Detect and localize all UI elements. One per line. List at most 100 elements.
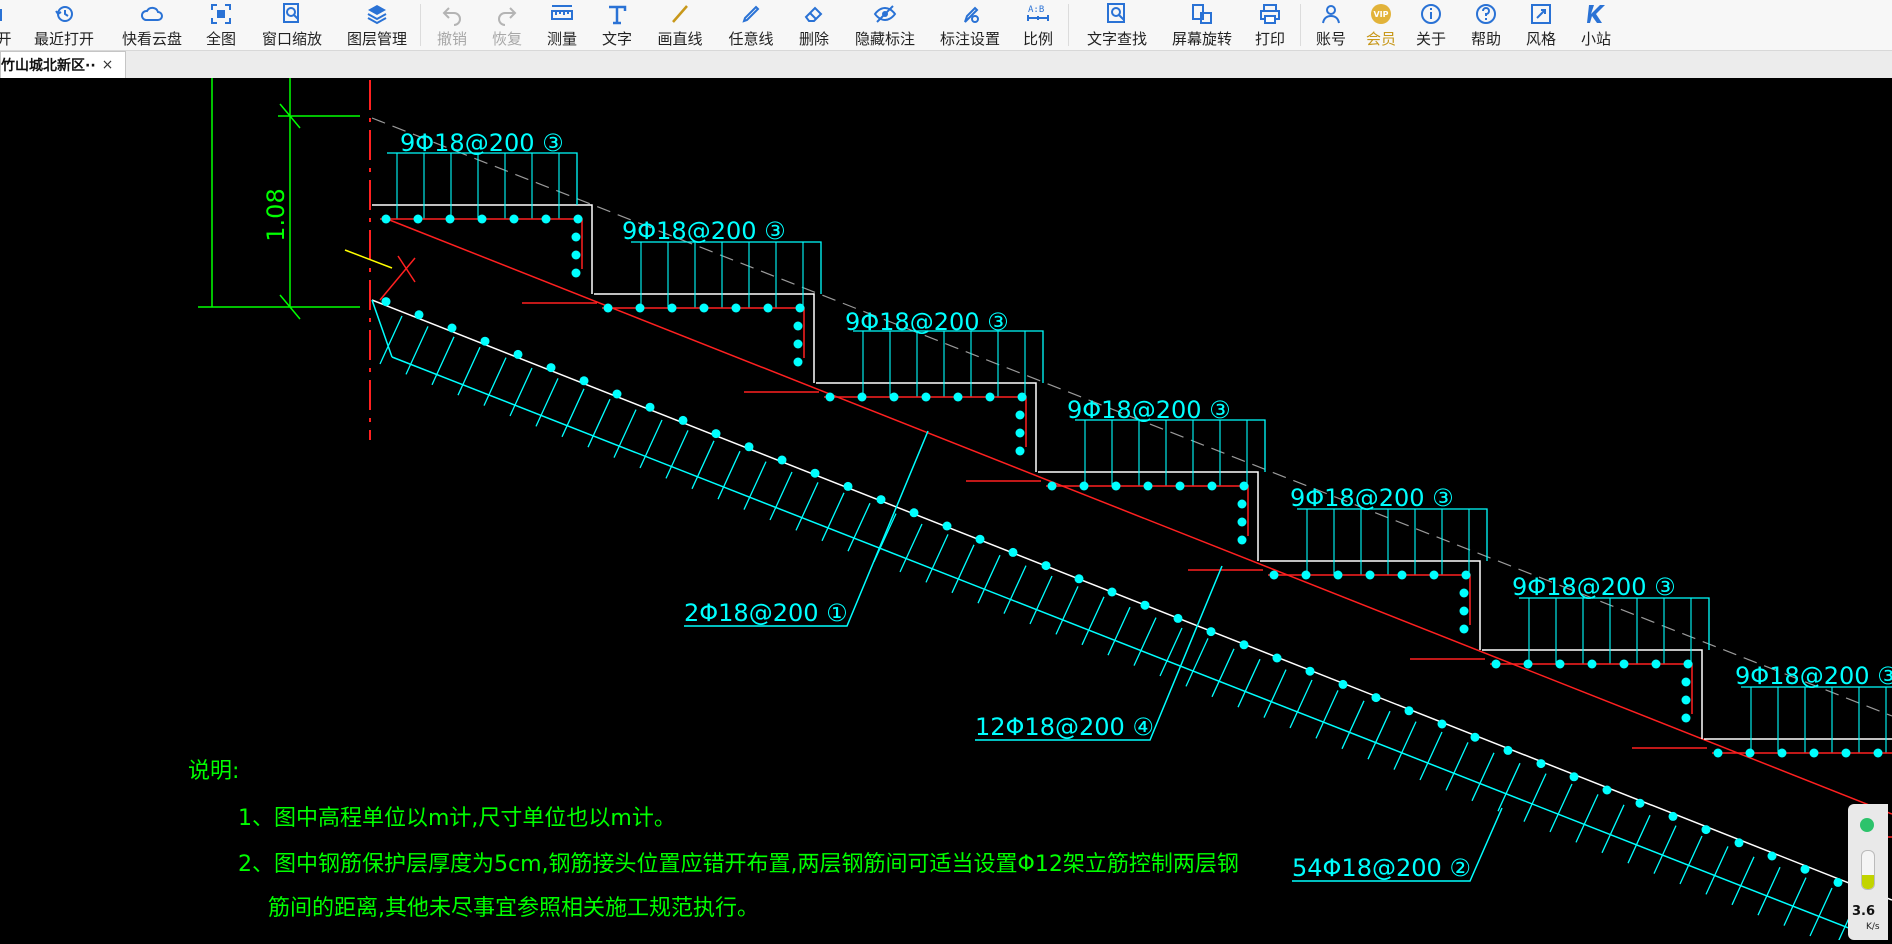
toolbar-about-button[interactable]: 关于 bbox=[1413, 0, 1449, 50]
hatch-line bbox=[1081, 596, 1105, 646]
toolbar-rotate-button[interactable]: 屏幕旋转 bbox=[1168, 0, 1236, 50]
toolbar-cloud-label: 快看云盘 bbox=[121, 30, 182, 48]
rebar-dot bbox=[942, 521, 952, 531]
hatch-line bbox=[1731, 856, 1755, 906]
rebar-dot bbox=[1523, 659, 1533, 669]
note-line: 筋间的距离,其他未尽事宜参照相关施工规范执行。 bbox=[268, 896, 759, 921]
hatch-line bbox=[1393, 721, 1417, 770]
toolbar-text-button[interactable]: 文字 bbox=[599, 0, 635, 50]
toolbar-open-button[interactable]: 开 bbox=[0, 0, 14, 50]
speed-gauge-fill bbox=[1862, 875, 1874, 889]
rebar-dot bbox=[1461, 570, 1471, 580]
undo-icon bbox=[442, 7, 461, 26]
rebar-label-3: 9Φ18@200 ③ bbox=[1512, 573, 1676, 601]
toolbar-recent-label: 最近打开 bbox=[33, 30, 94, 48]
toolbar-measure-button[interactable]: 测量 bbox=[544, 0, 580, 50]
rebar-dot bbox=[381, 214, 391, 224]
rebar-dot bbox=[1635, 798, 1645, 808]
hatch-line bbox=[1705, 846, 1729, 895]
rebar-dot bbox=[889, 392, 899, 402]
rebar-dot bbox=[731, 303, 741, 313]
dimension-label: 1.08 bbox=[262, 188, 290, 241]
rebar-dot bbox=[1239, 640, 1249, 650]
toolbar-text-search-button[interactable]: 文字查找 bbox=[1083, 0, 1151, 50]
toolbar-account-button[interactable]: 账号 bbox=[1313, 0, 1349, 50]
slope-edge bbox=[371, 299, 393, 358]
toolbar-annotation-settings-button[interactable]: 标注设置 bbox=[936, 0, 1004, 50]
drawing-canvas[interactable]: 1.08 9Φ18@200 ③ 9Φ18@200 ③ 9Φ18@200 ③ 9Φ… bbox=[0, 78, 1892, 944]
hatch-line bbox=[977, 554, 1001, 604]
rebar-dot bbox=[1745, 748, 1755, 758]
tab-drawing-label: 竹山城北新区·· bbox=[1, 58, 96, 74]
rebar-dot bbox=[1333, 570, 1343, 580]
rebar-dot bbox=[1437, 719, 1447, 729]
window-zoom-icon bbox=[283, 3, 299, 23]
rebar-dot bbox=[1459, 588, 1469, 598]
hatch-line bbox=[951, 544, 975, 594]
toolbar-line-button[interactable]: 画直线 bbox=[654, 0, 706, 50]
toolbar-fit-all-label: 全图 bbox=[205, 30, 236, 48]
toolbar-style-label: 风格 bbox=[1525, 30, 1556, 48]
note-line: 2、图中钢筋保护层厚度为5cm,钢筋接头位置应错开布置,两层钢筋间可适当设置Φ1… bbox=[238, 852, 1239, 877]
hatch-line bbox=[1211, 648, 1235, 698]
rebar-dot bbox=[645, 402, 655, 412]
toolbar-freeline-button[interactable]: 任意线 bbox=[725, 0, 777, 50]
user-icon bbox=[1322, 5, 1340, 24]
toolbar-help-label: 帮助 bbox=[1470, 30, 1501, 48]
rebar-dot bbox=[843, 481, 853, 491]
toolbar-layers-button[interactable]: 图层管理 bbox=[343, 0, 411, 50]
hatch-line bbox=[1003, 565, 1027, 614]
rebar-dot bbox=[1079, 481, 1089, 491]
rebar-box bbox=[631, 241, 822, 294]
toolbar-delete-button[interactable]: 删除 bbox=[796, 0, 832, 50]
toolbar-annotation-settings-label: 标注设置 bbox=[939, 30, 1000, 48]
rebar-dot bbox=[1459, 606, 1469, 616]
toolbar-cloud-button[interactable]: 快看云盘 bbox=[118, 0, 186, 50]
hatch-line bbox=[1055, 586, 1079, 635]
toolbar-print-button[interactable]: 打印 bbox=[1252, 0, 1288, 50]
rebar-dot bbox=[1305, 666, 1315, 676]
svg-text:VIP: VIP bbox=[1373, 10, 1388, 19]
toolbar-fit-all-button[interactable]: 全图 bbox=[203, 0, 239, 50]
hatch-line bbox=[1601, 804, 1625, 854]
toolbar-window-zoom-button[interactable]: 窗口缩放 bbox=[258, 0, 326, 50]
rebar-dot bbox=[711, 429, 721, 439]
rebar-dot bbox=[1047, 481, 1057, 491]
rebar-dot bbox=[1800, 864, 1810, 874]
rebar-dot bbox=[1701, 825, 1711, 835]
tab-drawing[interactable]: 竹山城北新区·· × bbox=[0, 51, 126, 78]
toolbar-help-button[interactable]: 帮助 bbox=[1468, 0, 1504, 50]
rebar-dot bbox=[1207, 481, 1217, 491]
rebar-box bbox=[1075, 419, 1266, 472]
eraser-icon bbox=[804, 6, 823, 22]
text-icon bbox=[609, 5, 627, 25]
rebar-dot bbox=[699, 303, 709, 313]
toolbar-recent-button[interactable]: 最近打开 bbox=[30, 0, 98, 50]
rebar-dot bbox=[1569, 772, 1579, 782]
rebar-dot bbox=[1015, 446, 1025, 456]
network-speed-widget[interactable]: 3.6 K/s bbox=[1848, 804, 1888, 940]
marker-line bbox=[344, 249, 393, 269]
rebar-dot bbox=[1371, 693, 1381, 703]
toolbar-site-button[interactable]: 小站 bbox=[1578, 0, 1614, 50]
rebar-dot bbox=[876, 495, 886, 505]
toolbar-vip-button[interactable]: VIP 会员 bbox=[1363, 0, 1399, 50]
rebar-dot bbox=[953, 392, 963, 402]
toolbar-separator bbox=[1300, 4, 1301, 46]
rebar-dot bbox=[810, 468, 820, 478]
toolbar-redo-button[interactable]: 恢复 bbox=[489, 0, 525, 50]
close-icon[interactable]: × bbox=[102, 57, 114, 73]
toolbar-freeline-label: 任意线 bbox=[728, 30, 774, 48]
rebar-dot bbox=[1175, 481, 1185, 491]
toolbar-delete-label: 删除 bbox=[798, 30, 829, 48]
rebar-dot bbox=[1491, 659, 1501, 669]
toolbar-scale-button[interactable]: A:B 比例 bbox=[1020, 0, 1056, 50]
toolbar-undo-button[interactable]: 撤销 bbox=[434, 0, 470, 50]
toolbar-hide-annotation-button[interactable]: 隐藏标注 bbox=[851, 0, 919, 50]
rebar-dot bbox=[1338, 679, 1348, 689]
hatch-line bbox=[1523, 773, 1547, 822]
rebar-dot bbox=[1470, 732, 1480, 742]
rebar-dot bbox=[1111, 481, 1121, 491]
rebar-dot bbox=[447, 323, 457, 333]
toolbar-style-button[interactable]: 风格 bbox=[1523, 0, 1559, 50]
